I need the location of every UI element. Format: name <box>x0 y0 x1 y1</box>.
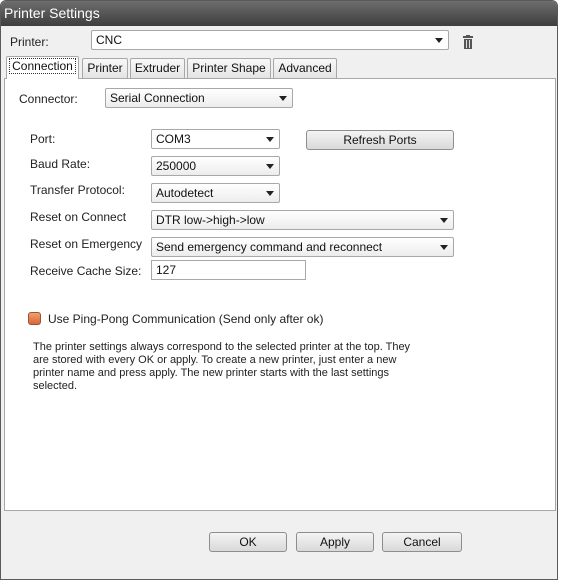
refresh-ports-button[interactable]: Refresh Ports <box>306 130 454 150</box>
dialog-footer: OK Apply Cancel <box>1 511 557 579</box>
tab-connection[interactable]: Connection <box>6 56 79 79</box>
chevron-down-icon <box>435 38 443 43</box>
reset-on-connect-label: Reset on Connect <box>30 210 127 224</box>
ping-pong-checkbox[interactable] <box>28 312 41 325</box>
connector-label: Connector: <box>19 92 78 106</box>
ok-button[interactable]: OK <box>209 532 287 552</box>
baud-rate-select[interactable]: 250000 <box>151 156 280 176</box>
transfer-protocol-select[interactable]: Autodetect <box>151 183 280 203</box>
tab-connection-label: Connection <box>9 58 76 74</box>
printer-settings-window: Printer Settings Printer: CNC Connection… <box>0 0 558 580</box>
tab-printer-shape-label: Printer Shape <box>192 61 266 75</box>
tab-extruder[interactable]: Extruder <box>130 58 185 78</box>
connection-panel: Connector: Serial Connection Port: COM3 … <box>4 78 556 511</box>
connector-select-value: Serial Connection <box>110 91 205 105</box>
trash-icon[interactable] <box>462 35 474 49</box>
printer-select[interactable]: CNC <box>91 30 449 50</box>
cancel-button[interactable]: Cancel <box>382 532 462 552</box>
chevron-down-icon <box>266 191 274 196</box>
chevron-down-icon <box>440 245 448 250</box>
connector-select[interactable]: Serial Connection <box>105 88 293 108</box>
chevron-down-icon <box>440 218 448 223</box>
tab-advanced[interactable]: Advanced <box>273 58 337 78</box>
tab-printer-label: Printer <box>87 61 123 75</box>
reset-on-emergency-select-value: Send emergency command and reconnect <box>156 240 383 254</box>
chevron-down-icon <box>266 164 274 169</box>
window-title[interactable]: Printer Settings <box>1 1 557 26</box>
tab-printer-shape[interactable]: Printer Shape <box>187 58 271 78</box>
reset-on-connect-select-value: DTR low->high->low <box>156 213 265 227</box>
tab-printer[interactable]: Printer <box>82 58 128 78</box>
transfer-protocol-label: Transfer Protocol: <box>30 183 125 197</box>
receive-cache-size-input[interactable]: 127 <box>151 260 306 280</box>
tab-extruder-label: Extruder <box>134 61 181 75</box>
port-select-value: COM3 <box>156 132 191 146</box>
reset-on-emergency-label: Reset on Emergency <box>30 237 143 251</box>
tab-advanced-label: Advanced <box>278 61 332 75</box>
port-select[interactable]: COM3 <box>151 129 280 149</box>
baud-rate-label: Baud Rate: <box>30 157 91 171</box>
port-label: Port: <box>30 132 56 146</box>
baud-rate-select-value: 250000 <box>156 159 197 173</box>
receive-cache-size-label: Receive Cache Size: <box>30 264 142 278</box>
printer-select-value: CNC <box>96 33 122 47</box>
printer-row: Printer: CNC <box>1 26 557 56</box>
printer-label: Printer: <box>10 35 49 49</box>
reset-on-emergency-select[interactable]: Send emergency command and reconnect <box>151 237 454 257</box>
info-text: The printer settings always correspond t… <box>33 341 411 392</box>
reset-on-connect-select[interactable]: DTR low->high->low <box>151 210 454 230</box>
apply-button[interactable]: Apply <box>296 532 374 552</box>
chevron-down-icon <box>279 96 287 101</box>
ping-pong-label[interactable]: Use Ping-Pong Communication (Send only a… <box>48 312 323 326</box>
transfer-protocol-select-value: Autodetect <box>156 186 214 200</box>
chevron-down-icon <box>266 137 274 142</box>
